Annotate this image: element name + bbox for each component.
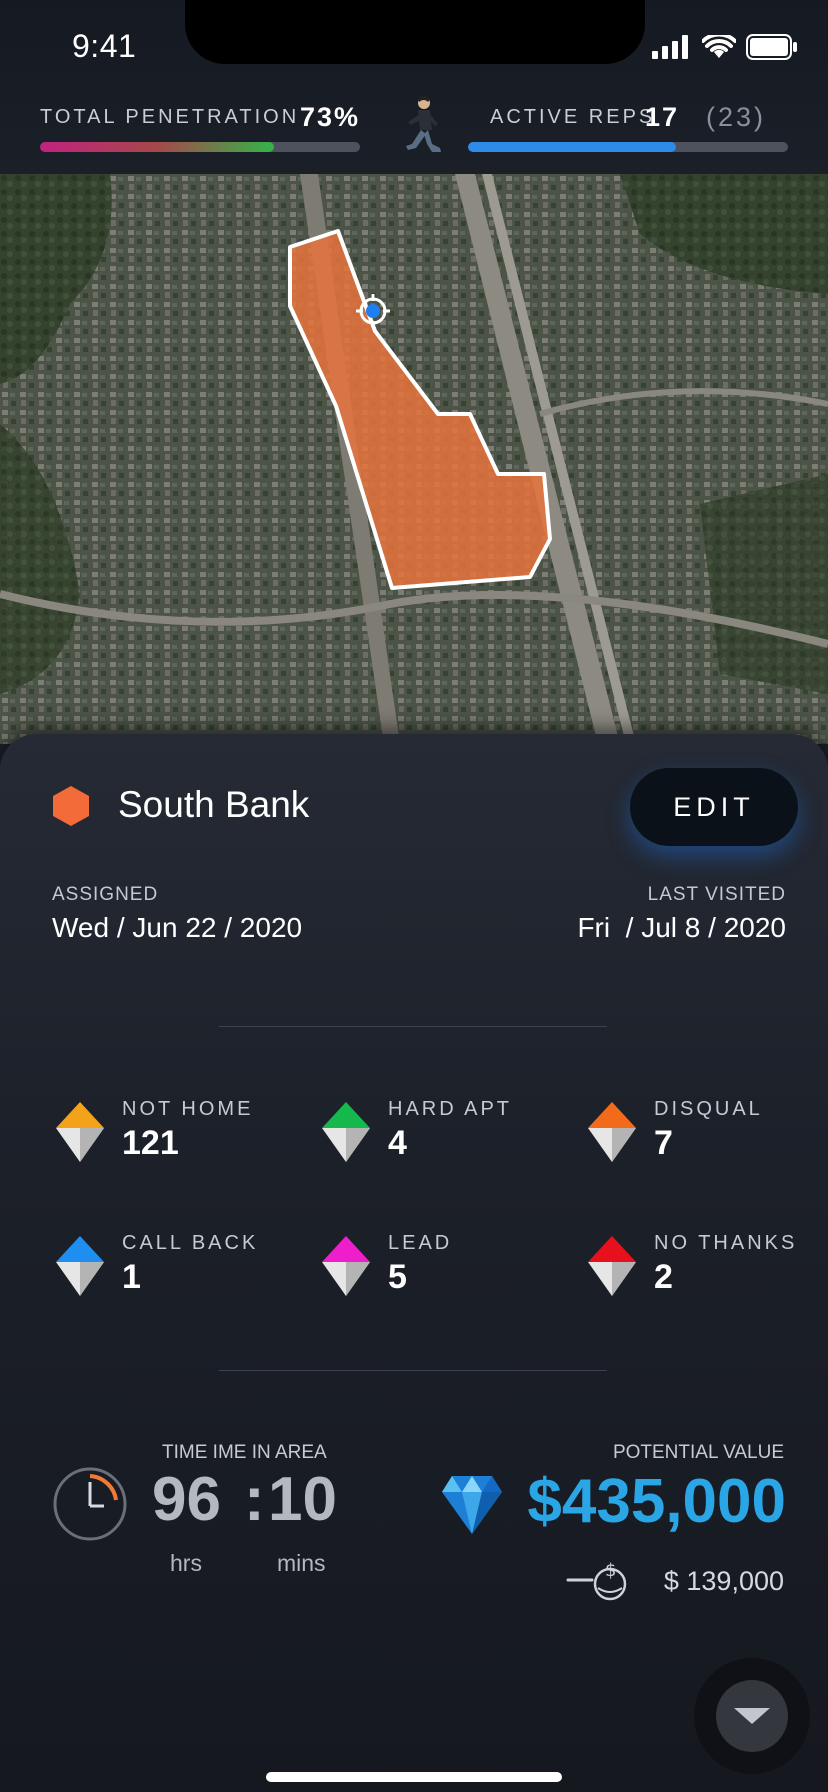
stat-value: 121 [122,1124,179,1162]
diamond-icon [442,1476,502,1534]
stat-label: HARD APT [388,1098,513,1120]
status-time: 9:41 [72,28,137,64]
potential-value: $435,000 [527,1467,786,1536]
stat-value: 2 [654,1258,673,1296]
device-notch [185,0,645,64]
area-color-hexagon-icon [53,786,89,826]
status-icons [652,34,798,60]
active-reps-label: ACTIVE REPS [490,106,656,128]
top-header: 9:41 TOTAL PENETRATION 73% ACTIVE REPS 1… [0,0,828,174]
stat-label: LEAD [388,1232,453,1254]
divider [219,1370,607,1371]
divider [219,1026,607,1027]
stat-call-back[interactable]: CALL BACK 1 [52,1232,292,1312]
hours-unit: hrs [170,1550,202,1576]
assigned-label: ASSIGNED [52,884,159,905]
stat-label: NOT HOME [122,1098,254,1120]
satellite-map[interactable] [0,174,828,744]
time-in-area-label: TIME IME IN AREA [162,1442,327,1463]
disqual-pin-icon [588,1102,636,1162]
stat-label: NO THANKS [654,1232,798,1254]
minutes-value: 10 [268,1465,337,1534]
lead-pin-icon [322,1236,370,1296]
chevron-down-icon [734,1708,770,1724]
stat-hard-apt[interactable]: HARD APT 4 [318,1098,558,1178]
stat-value: 4 [388,1124,407,1162]
map-canvas [0,174,828,744]
area-name: South Bank [118,784,310,825]
active-reps-total: (23) [706,102,767,132]
stat-disqual[interactable]: DISQUAL 7 [584,1098,824,1178]
collapse-button-container [694,1658,810,1774]
not-home-pin-icon [56,1102,104,1162]
stat-label: DISQUAL [654,1098,763,1120]
call-back-pin-icon [56,1236,104,1296]
last-visited-label: LAST VISITED [647,884,786,905]
cellular-signal-icon [652,35,688,59]
stat-value: 5 [388,1258,407,1296]
active-reps-value: 17 [645,102,680,132]
wifi-icon [702,35,736,58]
time-separator: : [244,1465,265,1534]
no-thanks-pin-icon [588,1236,636,1296]
svg-text:$: $ [605,1560,616,1581]
assigned-date: Wed / Jun 22 / 2020 [52,912,303,943]
active-reps-progress-bar [468,142,788,152]
potential-value-label: POTENTIAL VALUE [612,1442,784,1463]
stat-no-thanks[interactable]: NO THANKS 2 [584,1232,824,1312]
hours-value: 96 [152,1465,221,1534]
last-visited-date: Fri / Jul 8 / 2020 [577,912,786,943]
area-details-sheet: South Bank EDIT ASSIGNED Wed / Jun 22 / … [0,734,828,1792]
battery-icon [746,34,797,60]
clock-icon [53,1467,127,1541]
penetration-progress-bar [40,142,360,152]
stat-label: CALL BACK [122,1232,259,1254]
stat-value: 7 [654,1124,673,1162]
stat-not-home[interactable]: NOT HOME 121 [52,1098,292,1178]
home-indicator [266,1772,562,1782]
edit-button[interactable]: EDIT [630,768,798,846]
commission-value: $ 139,000 [663,1566,784,1596]
hard-apt-pin-icon [322,1102,370,1162]
runner-icon[interactable] [398,94,446,158]
stat-lead[interactable]: LEAD 5 [318,1232,558,1312]
commission-money-bag-icon: $ [566,1560,627,1601]
total-penetration-label: TOTAL PENETRATION [40,106,300,128]
collapse-sheet-button[interactable] [716,1680,788,1752]
stat-value: 1 [122,1258,141,1296]
total-penetration-value: 73% [300,102,361,132]
minutes-unit: mins [277,1550,326,1576]
